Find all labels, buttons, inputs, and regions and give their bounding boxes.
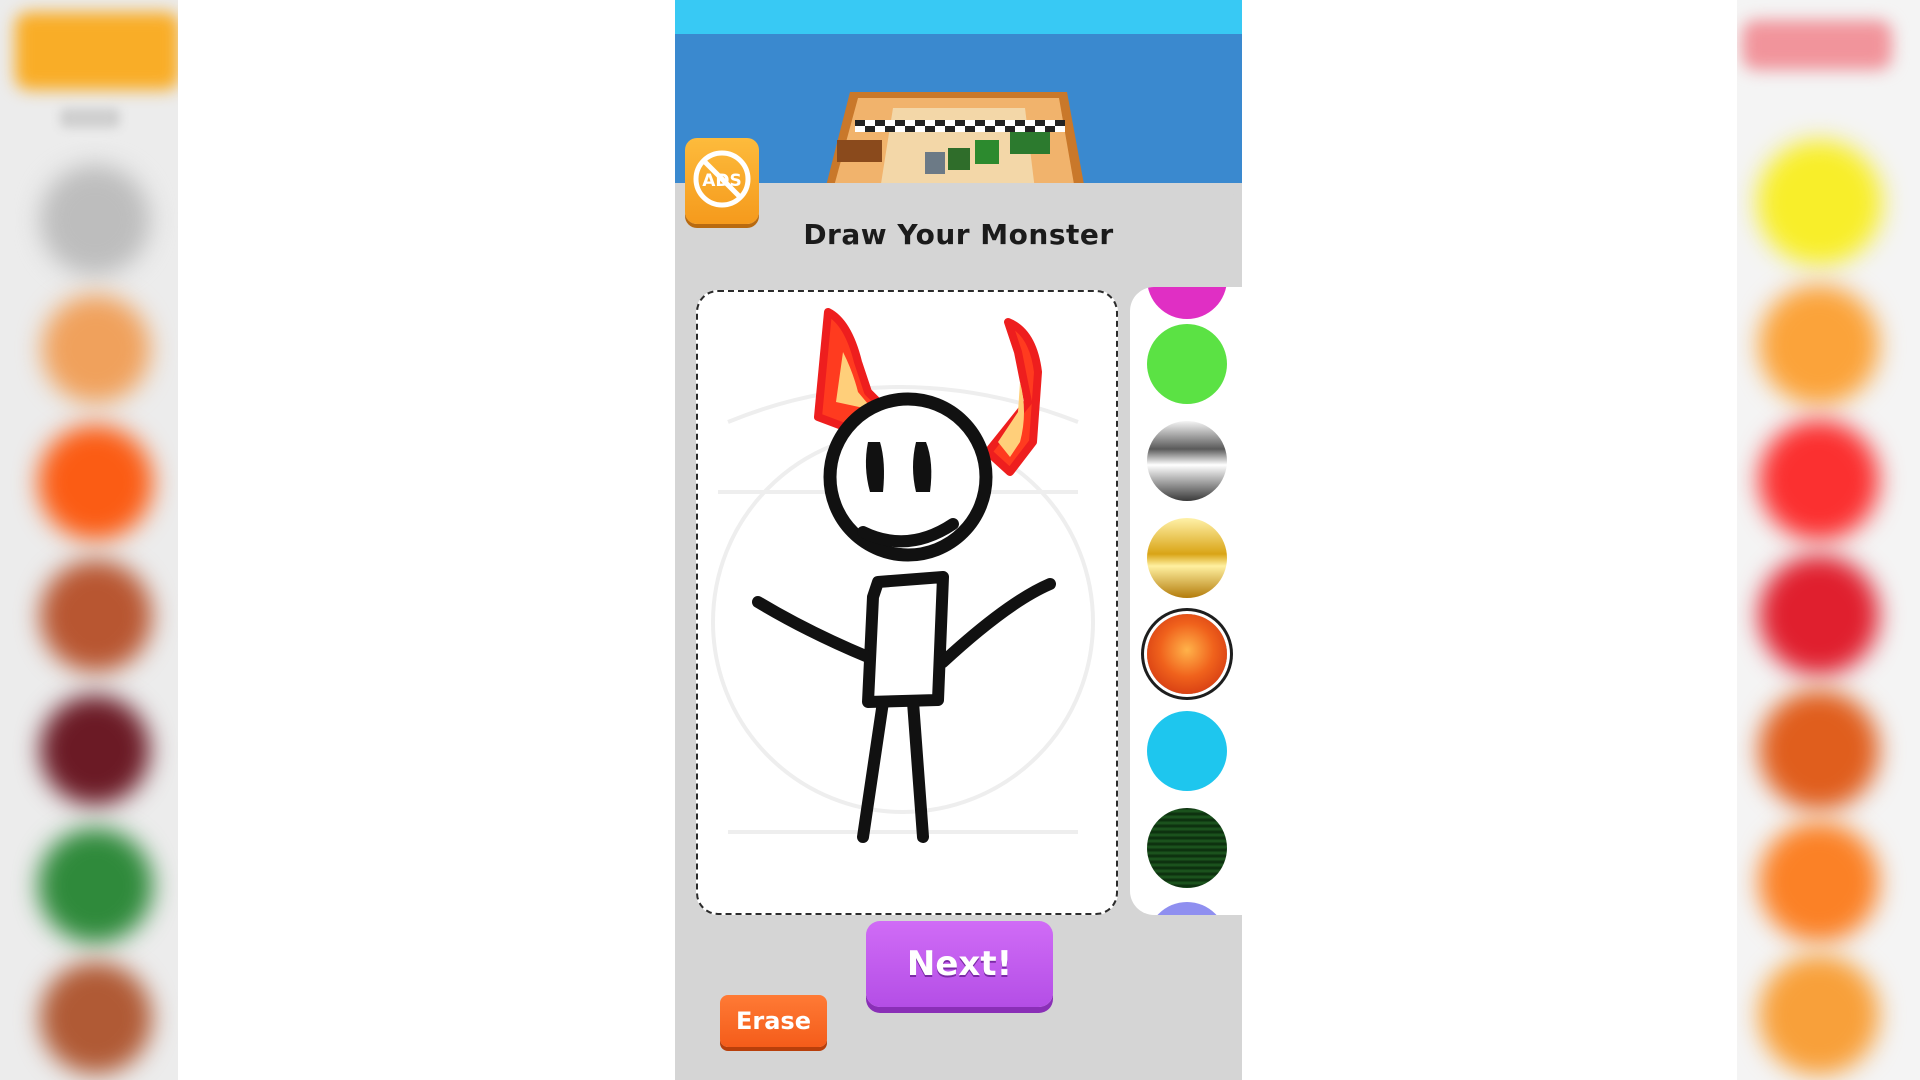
right-blurred-dot xyxy=(1759,555,1879,675)
page-title: Draw Your Monster xyxy=(803,218,1114,251)
left-eye xyxy=(865,442,884,492)
next-button[interactable]: Next! xyxy=(866,921,1053,1007)
left-blurred-dot xyxy=(42,295,150,403)
right-blurred-dot xyxy=(1757,140,1882,265)
right-blurred-palette xyxy=(1737,0,1920,1080)
monster-head xyxy=(823,392,993,562)
right-blurred-dot xyxy=(1759,285,1879,405)
monster-drawing xyxy=(711,308,1095,843)
right-blurred-bar xyxy=(1742,20,1892,70)
swatch-gold[interactable] xyxy=(1147,518,1227,598)
erase-button[interactable]: Erase xyxy=(720,995,827,1047)
swatch-chrome[interactable] xyxy=(1147,421,1227,501)
drawing-canvas[interactable] xyxy=(696,290,1118,915)
swatch-green[interactable] xyxy=(1147,324,1227,404)
race-track-scene xyxy=(675,0,1242,210)
left-blurred-dot xyxy=(38,828,153,943)
left-blurred-dot xyxy=(40,695,150,805)
left-blurred-dot xyxy=(38,425,153,540)
no-ads-icon: ADS xyxy=(693,150,751,208)
left-blurred-label xyxy=(60,108,120,128)
swatch-lava[interactable] xyxy=(1147,614,1227,694)
right-blurred-dot xyxy=(1759,955,1879,1075)
left-blurred-dot xyxy=(40,165,150,275)
right-blurred-dot xyxy=(1759,690,1879,810)
right-leg xyxy=(907,696,929,843)
left-blurred-palette xyxy=(0,0,178,1080)
right-blurred-dot xyxy=(1759,822,1879,942)
left-blurred-dot xyxy=(40,962,152,1074)
race-track-illustration xyxy=(675,0,1242,210)
right-arm xyxy=(937,578,1056,668)
color-palette[interactable] xyxy=(1130,287,1242,915)
swatch-cyan[interactable] xyxy=(1147,711,1227,791)
no-ads-button[interactable]: ADS xyxy=(685,138,759,224)
left-blurred-dot xyxy=(40,560,152,672)
monster-body xyxy=(862,571,949,708)
game-screen: ADS Draw Your Monster xyxy=(675,0,1242,1080)
left-leg xyxy=(857,696,889,843)
swatch-dark-green[interactable] xyxy=(1147,808,1227,888)
right-blurred-dot xyxy=(1759,420,1879,540)
swatch-lavender[interactable] xyxy=(1147,902,1227,915)
swatch-magenta[interactable] xyxy=(1147,287,1227,319)
left-arm xyxy=(752,596,874,663)
left-blurred-bar xyxy=(15,12,178,90)
